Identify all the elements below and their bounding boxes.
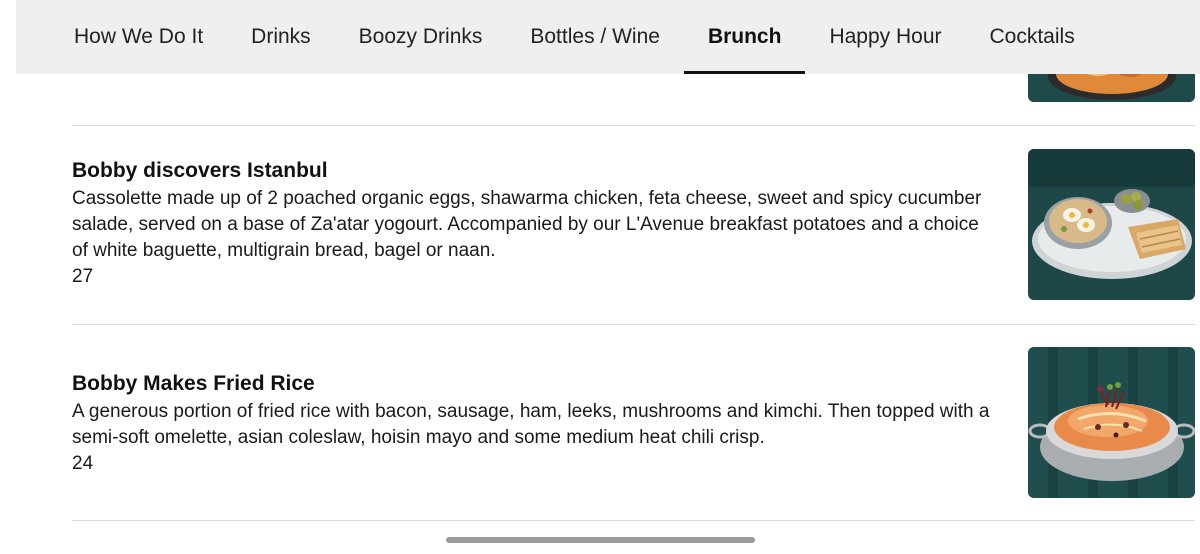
menu-item-description: A generous portion of fried rice with ba… (72, 401, 990, 448)
tab-cocktails[interactable]: Cocktails (966, 0, 1099, 74)
category-tab-bar: How We Do It Drinks Boozy Drinks Bottles… (16, 0, 1200, 74)
menu-item-price: 27 (72, 266, 94, 287)
menu-item-description: Cassolette made up of 2 poached organic … (72, 188, 982, 261)
menu-item-text: Bobby Makes Fried Rice A generous portio… (72, 371, 992, 477)
tab-happy-hour[interactable]: Happy Hour (805, 0, 965, 74)
menu-item-name: Bobby discovers Istanbul (72, 159, 328, 182)
menu-item-name: Bobby Makes Fried Rice (72, 372, 315, 395)
menu-item-text: Bobby discovers Istanbul Cassolette made… (72, 158, 992, 290)
menu-item-photo[interactable] (1028, 149, 1195, 300)
home-indicator[interactable] (446, 537, 755, 543)
item-divider (72, 324, 1195, 325)
menu-item[interactable]: Bobby discovers Istanbul Cassolette made… (72, 149, 1195, 301)
menu-item-photo[interactable] (1028, 347, 1195, 498)
tab-boozy-drinks[interactable]: Boozy Drinks (335, 0, 507, 74)
item-divider (72, 520, 1195, 521)
menu-item[interactable]: Bobby Makes Fried Rice A generous portio… (72, 347, 1195, 499)
menu-page: Bobby discovers Istanbul Cassolette made… (0, 0, 1200, 554)
tab-brunch[interactable]: Brunch (683, 0, 806, 74)
tab-drinks[interactable]: Drinks (227, 0, 335, 74)
tab-bottles-wine[interactable]: Bottles / Wine (506, 0, 684, 74)
menu-item-price: 24 (72, 453, 94, 474)
tab-how-we-do-it[interactable]: How We Do It (50, 0, 227, 74)
item-divider (72, 125, 1195, 126)
menu-list: Bobby discovers Istanbul Cassolette made… (0, 0, 1200, 554)
